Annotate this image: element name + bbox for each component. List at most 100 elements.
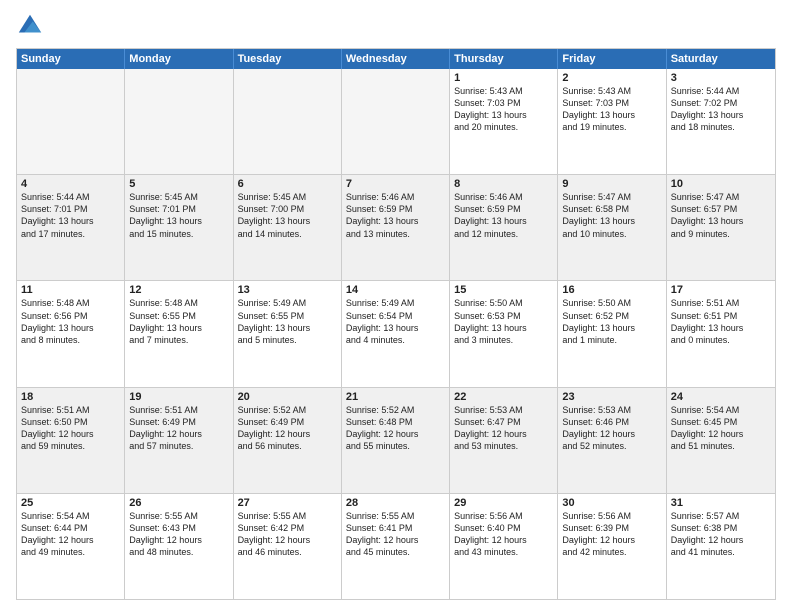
calendar-cell: 1Sunrise: 5:43 AM Sunset: 7:03 PM Daylig… xyxy=(450,69,558,174)
logo-icon xyxy=(16,12,44,40)
calendar: SundayMondayTuesdayWednesdayThursdayFrid… xyxy=(16,48,776,600)
day-detail: Sunrise: 5:52 AM Sunset: 6:49 PM Dayligh… xyxy=(238,404,337,453)
day-number: 21 xyxy=(346,391,445,403)
day-detail: Sunrise: 5:55 AM Sunset: 6:42 PM Dayligh… xyxy=(238,510,337,559)
day-number: 31 xyxy=(671,497,771,509)
calendar-cell: 17Sunrise: 5:51 AM Sunset: 6:51 PM Dayli… xyxy=(667,281,775,386)
day-detail: Sunrise: 5:51 AM Sunset: 6:49 PM Dayligh… xyxy=(129,404,228,453)
day-number: 22 xyxy=(454,391,553,403)
day-number: 5 xyxy=(129,178,228,190)
calendar-cell xyxy=(234,69,342,174)
day-detail: Sunrise: 5:48 AM Sunset: 6:55 PM Dayligh… xyxy=(129,297,228,346)
day-number: 1 xyxy=(454,72,553,84)
calendar-cell: 29Sunrise: 5:56 AM Sunset: 6:40 PM Dayli… xyxy=(450,494,558,599)
day-number: 14 xyxy=(346,284,445,296)
day-detail: Sunrise: 5:50 AM Sunset: 6:52 PM Dayligh… xyxy=(562,297,661,346)
calendar-week-5: 25Sunrise: 5:54 AM Sunset: 6:44 PM Dayli… xyxy=(17,494,775,599)
day-number: 3 xyxy=(671,72,771,84)
calendar-cell: 21Sunrise: 5:52 AM Sunset: 6:48 PM Dayli… xyxy=(342,388,450,493)
day-detail: Sunrise: 5:45 AM Sunset: 7:01 PM Dayligh… xyxy=(129,191,228,240)
day-detail: Sunrise: 5:56 AM Sunset: 6:40 PM Dayligh… xyxy=(454,510,553,559)
day-number: 29 xyxy=(454,497,553,509)
calendar-cell: 14Sunrise: 5:49 AM Sunset: 6:54 PM Dayli… xyxy=(342,281,450,386)
calendar-cell: 30Sunrise: 5:56 AM Sunset: 6:39 PM Dayli… xyxy=(558,494,666,599)
header xyxy=(16,12,776,40)
day-number: 9 xyxy=(562,178,661,190)
calendar-cell: 10Sunrise: 5:47 AM Sunset: 6:57 PM Dayli… xyxy=(667,175,775,280)
calendar-cell: 13Sunrise: 5:49 AM Sunset: 6:55 PM Dayli… xyxy=(234,281,342,386)
day-number: 15 xyxy=(454,284,553,296)
day-number: 27 xyxy=(238,497,337,509)
day-number: 17 xyxy=(671,284,771,296)
calendar-cell: 26Sunrise: 5:55 AM Sunset: 6:43 PM Dayli… xyxy=(125,494,233,599)
calendar-cell: 18Sunrise: 5:51 AM Sunset: 6:50 PM Dayli… xyxy=(17,388,125,493)
day-number: 10 xyxy=(671,178,771,190)
day-detail: Sunrise: 5:54 AM Sunset: 6:44 PM Dayligh… xyxy=(21,510,120,559)
logo xyxy=(16,12,48,40)
calendar-cell: 19Sunrise: 5:51 AM Sunset: 6:49 PM Dayli… xyxy=(125,388,233,493)
day-number: 4 xyxy=(21,178,120,190)
day-detail: Sunrise: 5:47 AM Sunset: 6:57 PM Dayligh… xyxy=(671,191,771,240)
day-number: 7 xyxy=(346,178,445,190)
day-detail: Sunrise: 5:44 AM Sunset: 7:01 PM Dayligh… xyxy=(21,191,120,240)
day-detail: Sunrise: 5:43 AM Sunset: 7:03 PM Dayligh… xyxy=(454,85,553,134)
day-detail: Sunrise: 5:46 AM Sunset: 6:59 PM Dayligh… xyxy=(346,191,445,240)
weekday-header-tuesday: Tuesday xyxy=(234,49,342,69)
calendar-cell: 15Sunrise: 5:50 AM Sunset: 6:53 PM Dayli… xyxy=(450,281,558,386)
day-detail: Sunrise: 5:56 AM Sunset: 6:39 PM Dayligh… xyxy=(562,510,661,559)
calendar-cell xyxy=(17,69,125,174)
day-detail: Sunrise: 5:51 AM Sunset: 6:50 PM Dayligh… xyxy=(21,404,120,453)
day-detail: Sunrise: 5:50 AM Sunset: 6:53 PM Dayligh… xyxy=(454,297,553,346)
day-number: 12 xyxy=(129,284,228,296)
page: SundayMondayTuesdayWednesdayThursdayFrid… xyxy=(0,0,792,612)
day-detail: Sunrise: 5:44 AM Sunset: 7:02 PM Dayligh… xyxy=(671,85,771,134)
day-detail: Sunrise: 5:54 AM Sunset: 6:45 PM Dayligh… xyxy=(671,404,771,453)
day-number: 8 xyxy=(454,178,553,190)
calendar-cell: 16Sunrise: 5:50 AM Sunset: 6:52 PM Dayli… xyxy=(558,281,666,386)
day-number: 18 xyxy=(21,391,120,403)
weekday-header-wednesday: Wednesday xyxy=(342,49,450,69)
calendar-cell: 7Sunrise: 5:46 AM Sunset: 6:59 PM Daylig… xyxy=(342,175,450,280)
day-number: 24 xyxy=(671,391,771,403)
day-number: 23 xyxy=(562,391,661,403)
calendar-cell xyxy=(342,69,450,174)
day-detail: Sunrise: 5:48 AM Sunset: 6:56 PM Dayligh… xyxy=(21,297,120,346)
calendar-header: SundayMondayTuesdayWednesdayThursdayFrid… xyxy=(17,49,775,69)
calendar-cell xyxy=(125,69,233,174)
calendar-cell: 20Sunrise: 5:52 AM Sunset: 6:49 PM Dayli… xyxy=(234,388,342,493)
day-detail: Sunrise: 5:43 AM Sunset: 7:03 PM Dayligh… xyxy=(562,85,661,134)
calendar-cell: 23Sunrise: 5:53 AM Sunset: 6:46 PM Dayli… xyxy=(558,388,666,493)
calendar-cell: 5Sunrise: 5:45 AM Sunset: 7:01 PM Daylig… xyxy=(125,175,233,280)
calendar-cell: 3Sunrise: 5:44 AM Sunset: 7:02 PM Daylig… xyxy=(667,69,775,174)
calendar-week-2: 4Sunrise: 5:44 AM Sunset: 7:01 PM Daylig… xyxy=(17,175,775,281)
weekday-header-friday: Friday xyxy=(558,49,666,69)
calendar-cell: 4Sunrise: 5:44 AM Sunset: 7:01 PM Daylig… xyxy=(17,175,125,280)
calendar-cell: 24Sunrise: 5:54 AM Sunset: 6:45 PM Dayli… xyxy=(667,388,775,493)
day-number: 11 xyxy=(21,284,120,296)
day-detail: Sunrise: 5:55 AM Sunset: 6:43 PM Dayligh… xyxy=(129,510,228,559)
calendar-cell: 9Sunrise: 5:47 AM Sunset: 6:58 PM Daylig… xyxy=(558,175,666,280)
day-detail: Sunrise: 5:49 AM Sunset: 6:55 PM Dayligh… xyxy=(238,297,337,346)
day-detail: Sunrise: 5:51 AM Sunset: 6:51 PM Dayligh… xyxy=(671,297,771,346)
weekday-header-sunday: Sunday xyxy=(17,49,125,69)
day-detail: Sunrise: 5:47 AM Sunset: 6:58 PM Dayligh… xyxy=(562,191,661,240)
day-detail: Sunrise: 5:57 AM Sunset: 6:38 PM Dayligh… xyxy=(671,510,771,559)
calendar-cell: 2Sunrise: 5:43 AM Sunset: 7:03 PM Daylig… xyxy=(558,69,666,174)
calendar-cell: 6Sunrise: 5:45 AM Sunset: 7:00 PM Daylig… xyxy=(234,175,342,280)
day-detail: Sunrise: 5:55 AM Sunset: 6:41 PM Dayligh… xyxy=(346,510,445,559)
calendar-week-3: 11Sunrise: 5:48 AM Sunset: 6:56 PM Dayli… xyxy=(17,281,775,387)
weekday-header-monday: Monday xyxy=(125,49,233,69)
day-detail: Sunrise: 5:53 AM Sunset: 6:46 PM Dayligh… xyxy=(562,404,661,453)
day-number: 25 xyxy=(21,497,120,509)
day-number: 28 xyxy=(346,497,445,509)
weekday-header-thursday: Thursday xyxy=(450,49,558,69)
calendar-body: 1Sunrise: 5:43 AM Sunset: 7:03 PM Daylig… xyxy=(17,69,775,599)
calendar-cell: 25Sunrise: 5:54 AM Sunset: 6:44 PM Dayli… xyxy=(17,494,125,599)
calendar-cell: 28Sunrise: 5:55 AM Sunset: 6:41 PM Dayli… xyxy=(342,494,450,599)
calendar-cell: 27Sunrise: 5:55 AM Sunset: 6:42 PM Dayli… xyxy=(234,494,342,599)
day-number: 6 xyxy=(238,178,337,190)
day-detail: Sunrise: 5:53 AM Sunset: 6:47 PM Dayligh… xyxy=(454,404,553,453)
calendar-cell: 12Sunrise: 5:48 AM Sunset: 6:55 PM Dayli… xyxy=(125,281,233,386)
day-detail: Sunrise: 5:46 AM Sunset: 6:59 PM Dayligh… xyxy=(454,191,553,240)
calendar-cell: 8Sunrise: 5:46 AM Sunset: 6:59 PM Daylig… xyxy=(450,175,558,280)
